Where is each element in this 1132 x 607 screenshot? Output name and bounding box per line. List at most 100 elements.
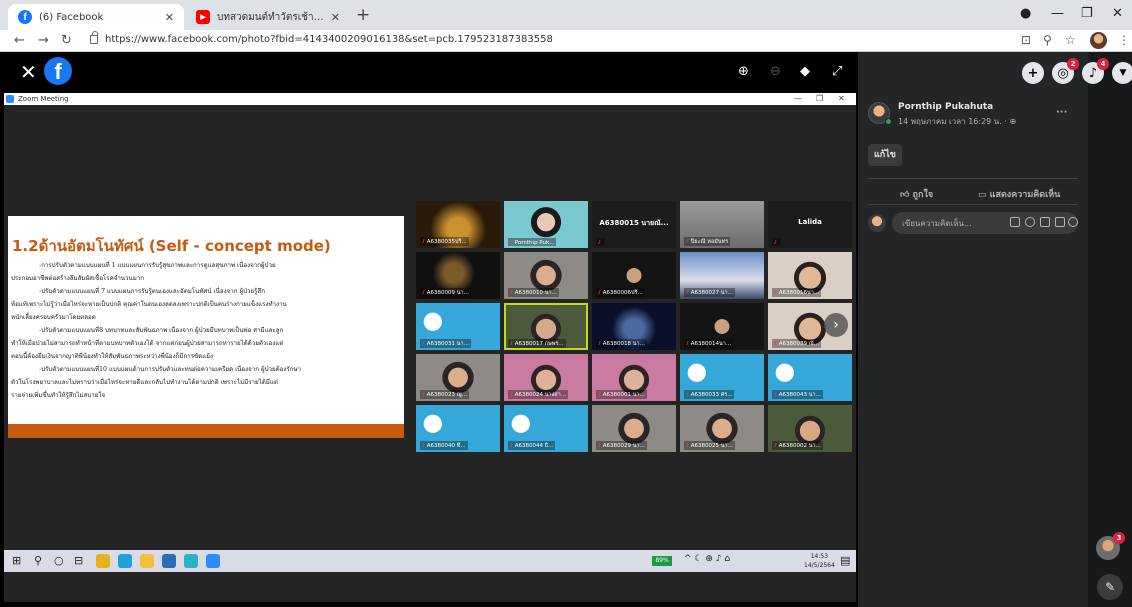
participant-tile: ﾉ A6380025 นา... bbox=[680, 405, 764, 452]
zoom-minimize-icon: — bbox=[794, 94, 802, 103]
tab-youtube[interactable]: ▶ บทสวดมนต์ทำวัตรเช้า วัดหนองป่าพง ✕ bbox=[186, 4, 350, 30]
close-icon[interactable]: ✕ bbox=[165, 11, 174, 24]
participant-name: A6380016นา... bbox=[778, 290, 820, 296]
slide-paragraph: -ปรับตัวตามแบบแผนที่8 บทบาทและสัมพันธภาพ… bbox=[39, 327, 284, 334]
comment-bubble-icon: ▭ bbox=[978, 190, 987, 200]
participant-label: ﾉ A6380010 นา... bbox=[508, 288, 559, 297]
muted-mic-icon: ﾉ bbox=[510, 341, 513, 347]
comment-button[interactable]: ▭ แสดงความคิดเห็น bbox=[978, 187, 1060, 201]
store-icon bbox=[162, 554, 176, 568]
tray-icons: ^ ☾ ⊕ ♪ ⌂ bbox=[684, 554, 731, 564]
menu-kebab-icon[interactable]: ⋮ bbox=[1118, 33, 1130, 47]
like-button[interactable]: 👍︎ ถูกใจ bbox=[900, 187, 933, 201]
participant-name: A6380002 นา... bbox=[778, 443, 821, 449]
comment-input[interactable] bbox=[902, 216, 984, 230]
tab-facebook[interactable]: f (6) Facebook ✕ bbox=[8, 4, 184, 30]
zoom-meeting-screenshot: Zoom Meeting — ❐ ✕ 1.2ด้านอัตมโนทัศน์ (S… bbox=[4, 93, 856, 602]
restore-button[interactable]: ❐ bbox=[1081, 6, 1093, 21]
slide-paragraph: ทำให้เมื่อป่วยไม่สามารถทำหน้าที่ตามบทบาท… bbox=[11, 340, 284, 347]
participant-label: ﾉ A6380025 นา... bbox=[684, 441, 735, 450]
participant-label: ﾉ bbox=[772, 238, 781, 246]
muted-mic-icon: ﾉ bbox=[686, 392, 689, 398]
zoom-close-icon: ✕ bbox=[838, 94, 845, 103]
participant-tile: ﾉ A6380043 นา... bbox=[768, 354, 852, 401]
tab-title: (6) Facebook bbox=[39, 11, 104, 23]
emoji-icon[interactable] bbox=[1025, 217, 1035, 227]
comment-label: แสดงความคิดเห็น bbox=[989, 190, 1061, 200]
muted-mic-icon: ﾉ bbox=[774, 290, 777, 296]
sticker-icon[interactable] bbox=[1010, 217, 1020, 227]
slide-paragraph: ตอนนี้ต้องยืมเงินจากญาติพี่น้องทำให้สัมพ… bbox=[11, 353, 213, 360]
muted-mic-icon: ﾉ bbox=[422, 290, 425, 296]
close-viewer-icon[interactable]: ✕ bbox=[20, 60, 37, 84]
tab-title: บทสวดมนต์ทำวัตรเช้า วัดหนองป่าพง bbox=[217, 11, 325, 23]
bookmark-star-icon[interactable]: ☆ bbox=[1065, 33, 1076, 47]
participant-display-name: A6380015 นายณั... bbox=[599, 219, 669, 227]
new-tab-button[interactable]: + bbox=[356, 5, 370, 25]
participant-tile: ﾉ A6380001 นา... bbox=[592, 354, 676, 401]
messenger-icon[interactable]: ◎ 2 bbox=[1052, 58, 1079, 84]
muted-mic-icon: ﾉ bbox=[598, 443, 601, 449]
current-user-avatar[interactable] bbox=[868, 214, 886, 232]
fullscreen-icon[interactable]: ⤢ bbox=[832, 64, 842, 79]
lock-icon[interactable] bbox=[90, 31, 98, 44]
divider bbox=[868, 204, 1078, 205]
muted-mic-icon: ﾉ bbox=[774, 392, 777, 398]
address-bar[interactable]: https://www.facebook.com/photo?fbid=4143… bbox=[105, 34, 553, 45]
youtube-icon: ▶ bbox=[196, 10, 210, 24]
notifications-bell-icon[interactable]: ♪ 4 bbox=[1082, 58, 1109, 84]
participant-tile: ﾉ A6380016นา... bbox=[768, 252, 852, 299]
back-button[interactable]: ← bbox=[14, 33, 25, 48]
close-window-button[interactable]: ✕ bbox=[1112, 6, 1123, 21]
post-timestamp[interactable]: 14 พฤษภาคม เวลา 16:29 น. · ⊕ bbox=[898, 115, 1016, 128]
participant-name: ปิยะณี หอมันทร bbox=[690, 239, 729, 245]
participant-name: A6380039 ณั... bbox=[778, 341, 820, 347]
edit-button[interactable]: แก้ไข bbox=[868, 144, 902, 166]
participant-name: A6380025 นา... bbox=[690, 443, 733, 449]
participant-name: A6380043 นา... bbox=[778, 392, 821, 398]
forward-button[interactable]: → bbox=[38, 33, 49, 48]
close-icon[interactable]: ✕ bbox=[331, 11, 340, 24]
participant-tile: ﾉ A6380031 นา... bbox=[416, 303, 500, 350]
participant-name: A6380009 นา... bbox=[426, 290, 469, 296]
muted-mic-icon: ﾉ bbox=[686, 341, 689, 347]
participant-tile: ﾉ A6380044 ธิ... bbox=[504, 405, 588, 452]
more-options-icon[interactable]: ··· bbox=[1056, 107, 1067, 118]
new-message-icon[interactable]: ✎ bbox=[1097, 574, 1123, 600]
camera-icon[interactable] bbox=[1040, 217, 1050, 227]
reload-button[interactable]: ↻ bbox=[61, 33, 72, 48]
author-name[interactable]: Pornthip Pukahuta bbox=[898, 102, 993, 112]
account-menu-icon[interactable]: ▼ bbox=[1112, 62, 1132, 84]
chat-heads-avatar[interactable]: 3 bbox=[1096, 532, 1125, 560]
edge-icon bbox=[118, 554, 132, 568]
account-icon[interactable]: ● bbox=[1020, 6, 1031, 21]
profile-avatar[interactable] bbox=[1090, 32, 1107, 49]
zoom-icon[interactable]: ⚲ bbox=[1043, 33, 1052, 47]
minimize-button[interactable]: — bbox=[1051, 6, 1064, 21]
avatar-sticker-icon[interactable] bbox=[1068, 217, 1078, 227]
muted-mic-icon: ﾉ bbox=[422, 443, 425, 449]
participant-tile: ﾉ A6380033 ศร... bbox=[680, 354, 764, 401]
muted-mic-icon: ﾉ bbox=[510, 240, 513, 246]
participant-tile: ﾉ A6380018 นา... bbox=[592, 303, 676, 350]
translate-icon[interactable]: ⊡ bbox=[1021, 33, 1031, 47]
facebook-logo[interactable]: f bbox=[44, 57, 72, 85]
participant-name: Pornthip Puk... bbox=[514, 240, 555, 246]
muted-mic-icon: ﾉ bbox=[598, 341, 601, 347]
participant-name: A6380024 นางสา... bbox=[514, 392, 566, 398]
participant-name: A6380017 กษพร... bbox=[514, 341, 564, 347]
gif-icon[interactable] bbox=[1055, 217, 1065, 227]
comment-box[interactable] bbox=[892, 212, 1078, 234]
tag-icon[interactable]: ◆ bbox=[800, 64, 810, 79]
muted-mic-icon: ﾉ bbox=[774, 341, 777, 347]
create-plus-icon[interactable]: + bbox=[1022, 62, 1044, 84]
participant-label: ﾉ Pornthip Puk... bbox=[508, 238, 557, 246]
participant-tile: A6380015 นายณั... ﾉ bbox=[592, 201, 676, 248]
participant-tile: ﾉปิยะณี หอมันทร bbox=[680, 201, 764, 248]
participant-tile: ﾉ A6380002 นา... bbox=[768, 405, 852, 452]
participant-tile: ﾉ A6380035ปริ... bbox=[416, 201, 500, 248]
zoom-in-icon[interactable]: ⊕ bbox=[738, 64, 749, 79]
task-view-icon: ○ bbox=[54, 554, 64, 567]
participant-tile: ﾉ Pornthip Puk... bbox=[504, 201, 588, 248]
muted-mic-icon: ﾉ bbox=[422, 239, 425, 245]
